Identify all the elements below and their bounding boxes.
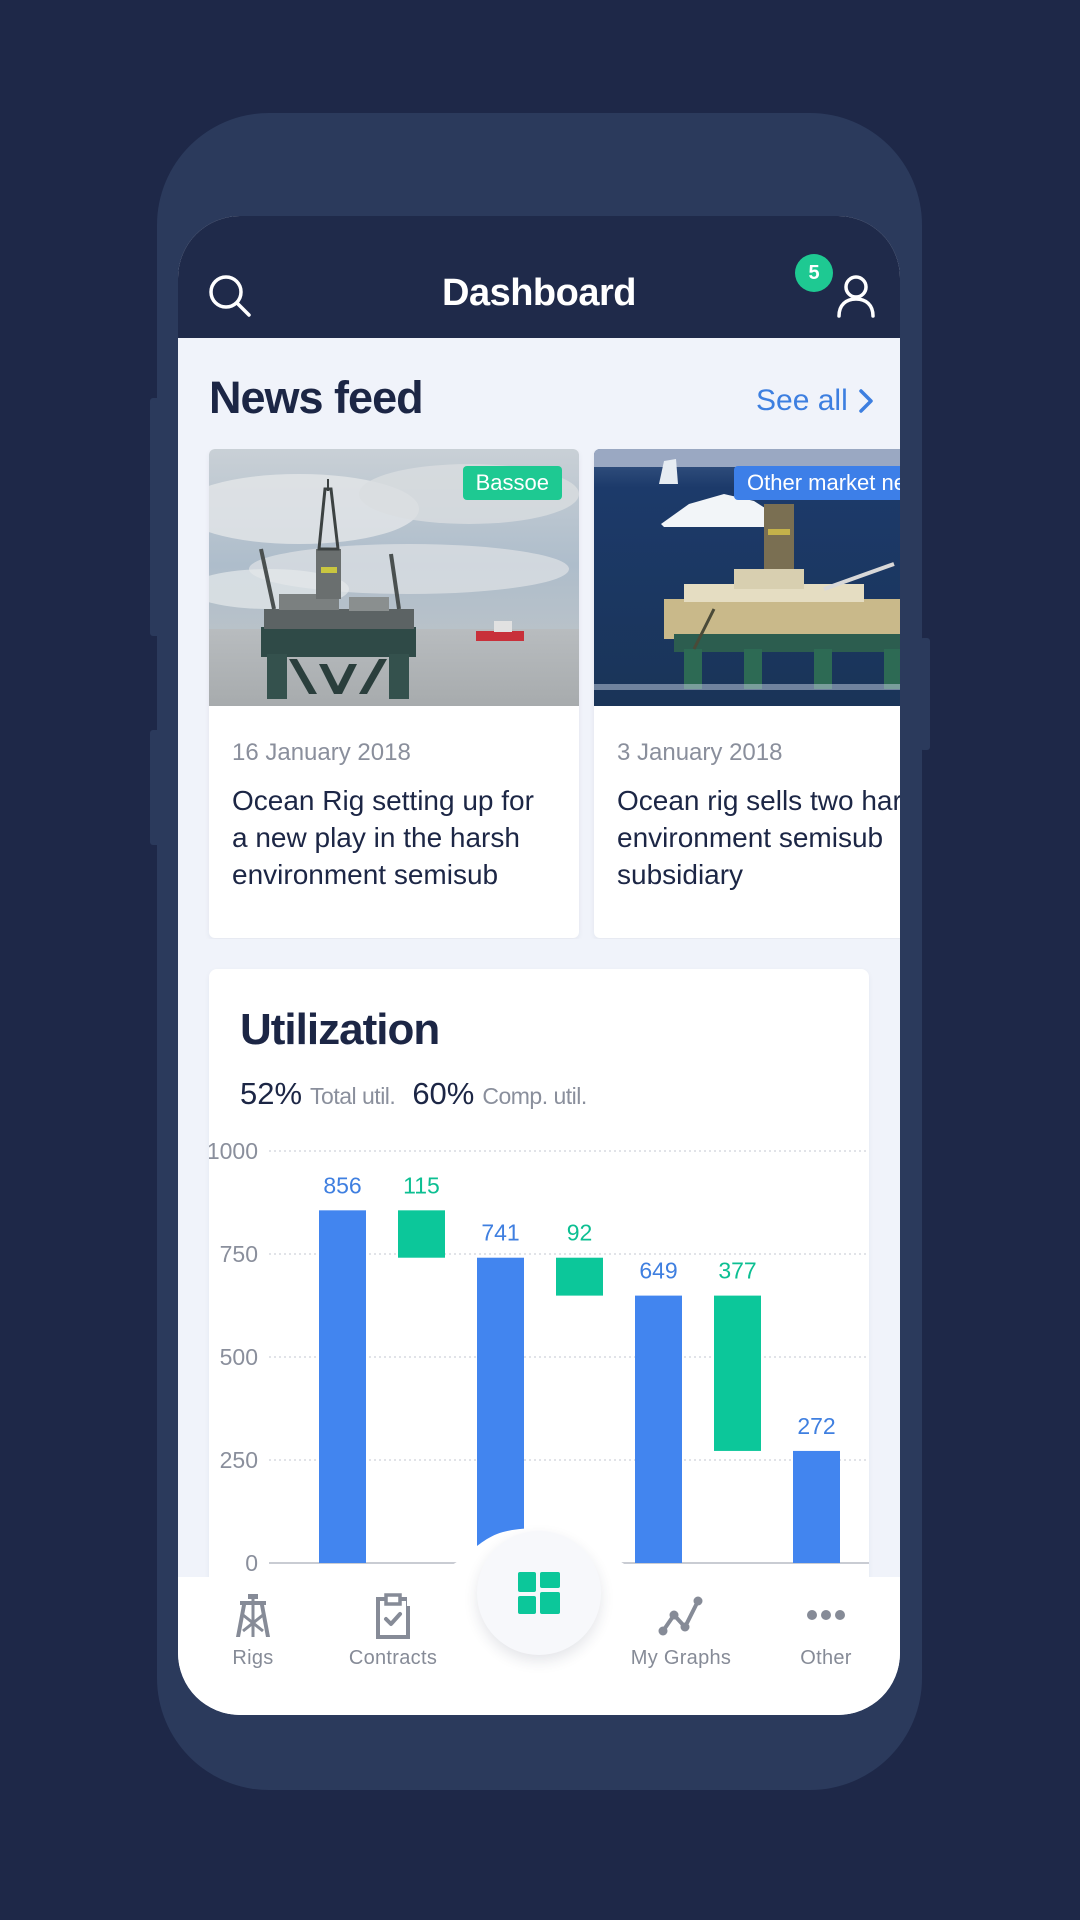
bar-value-label: 649 [639, 1258, 677, 1284]
rig-icon [236, 1594, 270, 1637]
news-feed-title: News feed [209, 372, 424, 423]
phone-side-button-right [920, 638, 930, 750]
profile-button[interactable] [836, 274, 876, 318]
bar-value-label: 272 [797, 1413, 835, 1439]
bar-value-label: 115 [403, 1172, 440, 1198]
total-bar [793, 1450, 840, 1563]
total-bar [319, 1210, 366, 1563]
total-bar [477, 1257, 524, 1563]
news-date: 3 January 2018 [617, 739, 783, 766]
see-all-label: See all [756, 384, 848, 417]
y-tick-label: 750 [220, 1241, 258, 1267]
delta-bar [714, 1295, 761, 1451]
news-card[interactable]: Other market news 3 January 2018 Ocean r… [594, 449, 900, 938]
news-date: 16 January 2018 [232, 739, 411, 766]
notification-badge[interactable]: 5 [795, 254, 833, 292]
page-title: Dashboard [442, 272, 636, 314]
see-all-link[interactable]: See all [756, 384, 874, 418]
bar-value-label: 856 [323, 1172, 361, 1198]
y-tick-label: 0 [245, 1550, 258, 1576]
nav-label: Other [800, 1647, 852, 1669]
delta-bar [398, 1210, 445, 1258]
nav-item-rigs[interactable]: Rigs [183, 1577, 323, 1715]
delta-bar [556, 1257, 603, 1296]
bar-value-label: 741 [481, 1220, 519, 1246]
user-icon [837, 275, 875, 318]
nav-item-other[interactable]: Other [756, 1577, 896, 1715]
top-app-bar: Dashboard 5 [178, 216, 900, 338]
y-tick-label: 1000 [209, 1138, 258, 1164]
more-icon [807, 1610, 845, 1620]
total-bar [635, 1295, 682, 1563]
news-tag: Other market news [734, 466, 900, 500]
nav-label: My Graphs [630, 1647, 732, 1669]
bar-value-label: 92 [567, 1220, 593, 1246]
chevron-right-icon [858, 389, 873, 413]
app-screen: Dashboard 5 News feed See all Bassoe 16 … [178, 216, 900, 1715]
news-carousel[interactable]: Bassoe 16 January 2018 Ocean Rig setting… [178, 449, 900, 939]
nav-item-dashboard[interactable] [477, 1531, 601, 1655]
nav-label: Contracts [348, 1647, 438, 1669]
y-tick-label: 500 [220, 1344, 258, 1370]
y-tick-label: 250 [220, 1447, 258, 1473]
dashboard-icon [518, 1572, 560, 1614]
phone-side-button-left-2 [150, 730, 160, 845]
news-headline: Ocean rig sells two harsh environment se… [617, 785, 900, 890]
news-headline: Ocean Rig setting up for a new play in t… [232, 785, 534, 890]
news-card[interactable]: Bassoe 16 January 2018 Ocean Rig setting… [209, 449, 579, 938]
bar-value-label: 377 [718, 1258, 756, 1284]
news-tag: Bassoe [462, 466, 562, 500]
nav-label: Rigs [232, 1647, 274, 1669]
phone-side-button-left-1 [150, 398, 160, 636]
